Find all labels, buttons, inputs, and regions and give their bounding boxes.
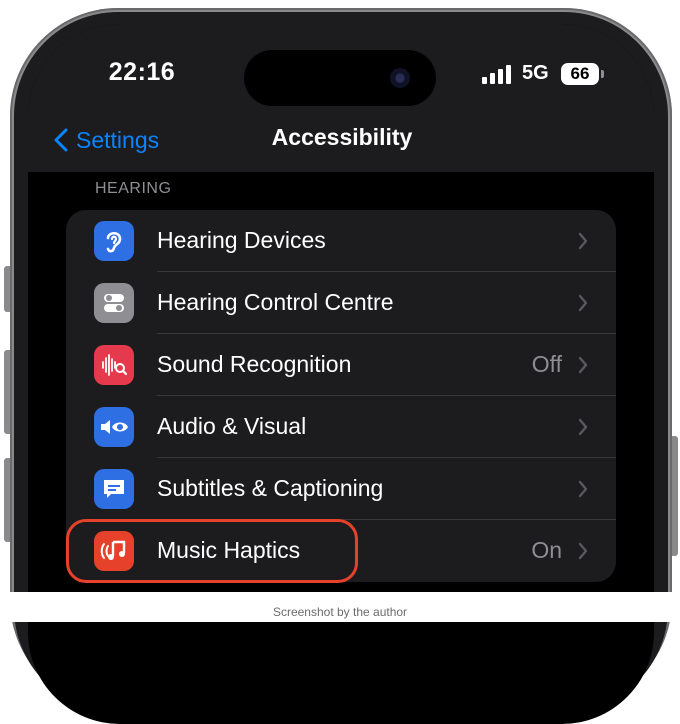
row-subtitles-captioning[interactable]: Subtitles & Captioning — [66, 458, 616, 520]
back-button[interactable]: Settings — [54, 122, 159, 158]
row-value: On — [531, 537, 562, 563]
chevron-right-icon — [578, 418, 588, 436]
chevron-left-icon — [54, 128, 68, 152]
ear-icon — [94, 221, 134, 261]
caption-bubble-icon — [94, 469, 134, 509]
chevron-right-icon — [578, 356, 588, 374]
row-hearing-control-centre[interactable]: Hearing Control Centre — [66, 272, 616, 334]
speaker-eye-icon — [94, 407, 134, 447]
status-time: 22:16 — [108, 58, 176, 86]
toggle-switches-icon — [94, 283, 134, 323]
battery-icon: 66 — [561, 63, 599, 85]
camera-icon — [390, 68, 410, 88]
waveform-search-icon — [94, 345, 134, 385]
chevron-right-icon — [578, 480, 588, 498]
chevron-right-icon — [578, 542, 588, 560]
network-type: 5G — [522, 62, 549, 84]
page-title: Accessibility — [271, 124, 413, 150]
back-label: Settings — [76, 126, 160, 153]
row-label: Hearing Control Centre — [157, 289, 394, 315]
dynamic-island — [244, 50, 436, 106]
section-header: HEARING — [95, 180, 172, 197]
row-value: Off — [531, 351, 562, 377]
row-label: Sound Recognition — [157, 351, 352, 377]
row-label: Subtitles & Captioning — [157, 475, 384, 501]
chevron-right-icon — [578, 294, 588, 312]
image-caption: Screenshot by the author — [272, 605, 408, 619]
battery-tip — [601, 70, 604, 78]
row-audio-visual[interactable]: Audio & Visual — [66, 396, 616, 458]
signal-bars-icon — [482, 64, 512, 84]
row-label: Hearing Devices — [157, 227, 326, 253]
chevron-right-icon — [578, 232, 588, 250]
row-sound-recognition[interactable]: Sound Recognition Off — [66, 334, 616, 396]
row-hearing-devices[interactable]: Hearing Devices — [66, 210, 616, 272]
row-label: Audio & Visual — [157, 413, 307, 439]
music-haptics-highlight — [66, 519, 358, 583]
